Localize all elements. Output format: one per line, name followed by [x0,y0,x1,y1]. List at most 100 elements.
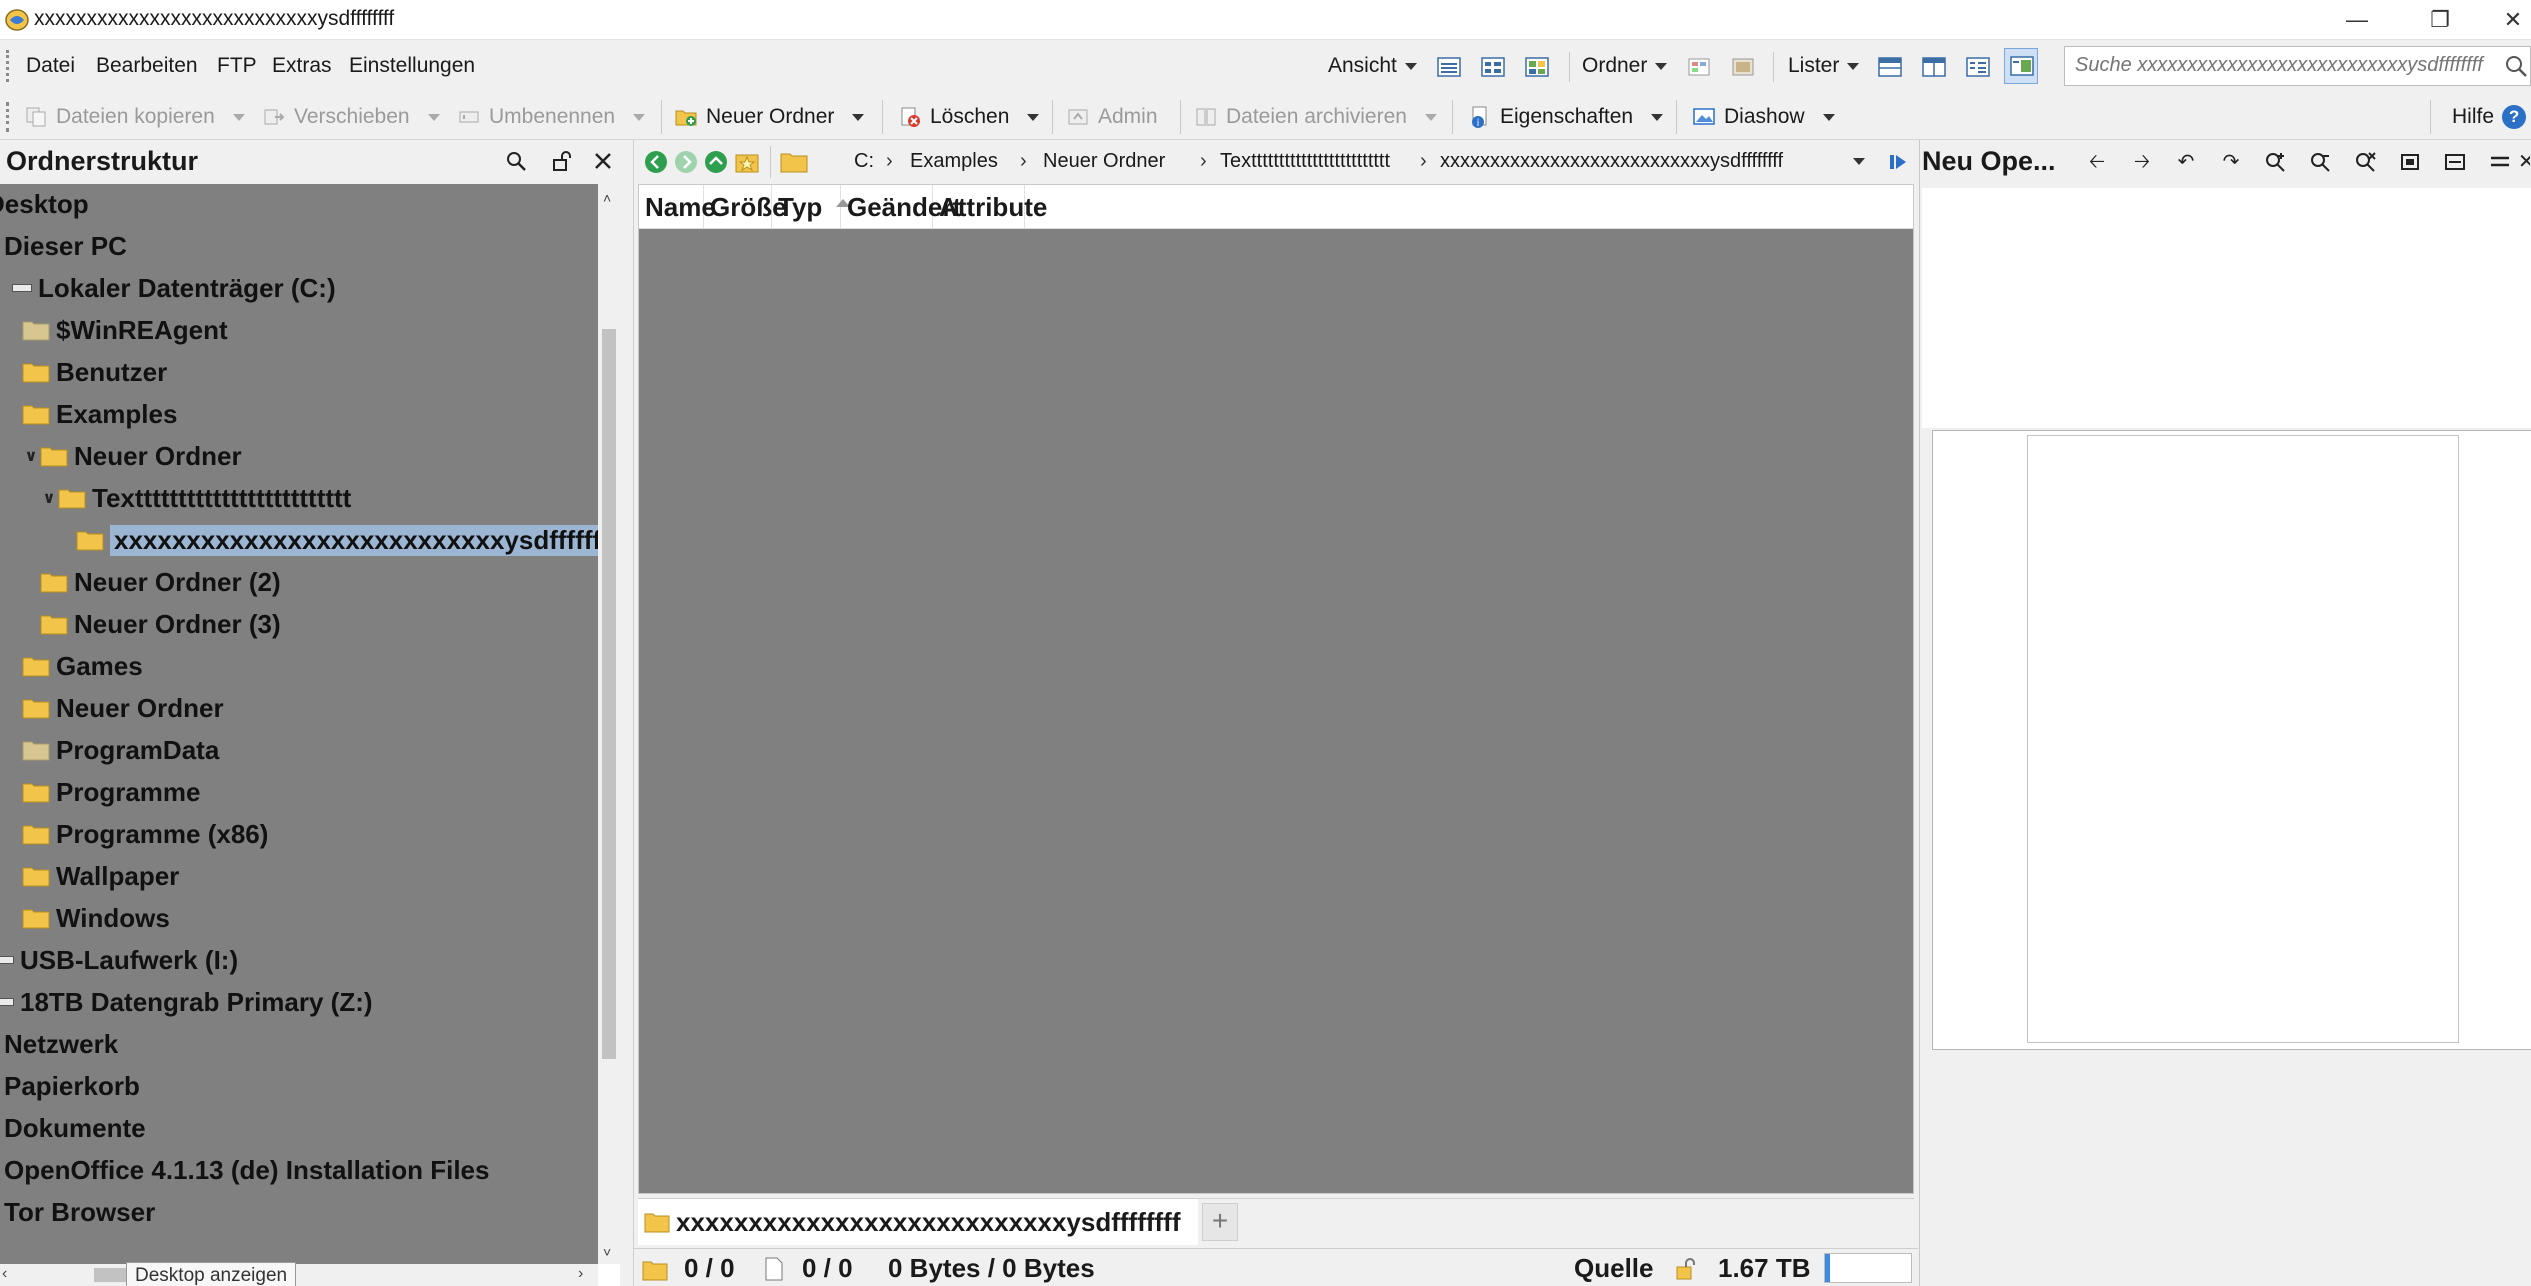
admin-button[interactable]: Admin [1066,102,1158,132]
breadcrumb-neuer-ordner[interactable]: Neuer Ordner [1043,150,1165,173]
help-button[interactable]: Hilfe ? [2452,102,2527,132]
tree-item[interactable]: Examples [4,394,177,434]
previous-icon[interactable]: 🡠 [2084,150,2110,174]
tree-scroll-thumb[interactable] [602,329,616,1059]
tree-item[interactable]: xxxxxxxxxxxxxxxxxxxxxxxxxxxysdffffffff [58,520,598,560]
folder-layout-icon[interactable] [1730,55,1756,79]
column-header-type[interactable]: Typ [772,185,851,229]
search-input[interactable] [2065,47,2485,83]
preview-lister-button[interactable] [2004,48,2038,84]
zoom-out-icon[interactable] [2308,150,2334,174]
close-window-button[interactable]: ✕ [2478,0,2531,40]
chevron-down-icon[interactable] [232,113,245,121]
tree-item[interactable]: 18TB Datengrab Primary (Z:) [0,982,373,1022]
breadcrumb-current[interactable]: xxxxxxxxxxxxxxxxxxxxxxxxxxxysdffffffff [1440,150,1783,173]
tree-item[interactable]: Games [4,646,143,686]
fit-window-icon[interactable] [2397,150,2423,174]
search-icon[interactable] [2504,54,2528,78]
tree-item[interactable]: Tor Browser [4,1192,155,1232]
unlock-icon[interactable] [1674,1257,1700,1281]
tree-search-icon[interactable] [505,150,527,172]
tree-item[interactable]: Programme (x86) [4,814,268,854]
chevron-down-icon[interactable] [427,113,440,121]
delete-button[interactable]: Löschen [898,102,1040,132]
address-history-chevron-icon[interactable] [1853,158,1865,165]
scroll-up-icon[interactable]: ˄ [603,190,611,206]
chevron-down-icon[interactable] [852,113,865,121]
menu-grip[interactable] [6,50,10,82]
slideshow-button[interactable]: Diashow [1692,102,1835,132]
tree-item[interactable]: Lokaler Datenträger (C:) [0,268,336,308]
rotate-left-icon[interactable]: ↶ [2173,150,2199,174]
close-preview-icon[interactable]: ✕ [2518,150,2530,174]
dual-lister-icon[interactable] [1921,55,1947,79]
search-box[interactable] [2064,46,2531,86]
tree-item[interactable]: Benutzer [4,352,167,392]
tree-item[interactable]: Programme [4,772,201,812]
properties-button[interactable]: i Eigenschaften [1468,102,1664,132]
tree-item[interactable]: Neuer Ordner (2) [22,562,281,602]
tree-item[interactable]: OpenOffice 4.1.13 (de) Installation File… [4,1150,489,1190]
breadcrumb-c[interactable]: C: [854,150,874,173]
menu-einstellungen[interactable]: Einstellungen [349,54,475,78]
back-icon[interactable] [644,150,668,174]
chevron-down-icon[interactable] [633,113,646,121]
toolbar-grip[interactable] [6,102,10,132]
preview-viewer[interactable] [1932,430,2531,1050]
tree-item[interactable]: Neuer Ordner [4,688,224,728]
tree-item[interactable]: ProgramData [4,730,219,770]
expand-viewer-icon[interactable] [1888,152,1908,172]
actual-size-icon[interactable] [2442,150,2468,174]
archive-files-button[interactable]: Dateien archivieren [1194,102,1437,132]
single-lister-icon[interactable] [1877,55,1903,79]
breadcrumb-examples[interactable]: Examples [910,150,998,173]
tree-item[interactable]: ∨ Texttttttttttttttttttttttttt [40,478,352,518]
menu-datei[interactable]: Datei [26,54,75,78]
chevron-right-icon[interactable]: › [1420,150,1427,173]
zoom-reset-icon[interactable] [2353,150,2379,174]
scroll-left-icon[interactable]: ‹ [2,1265,7,1283]
file-list-area[interactable]: Name Größe Typ Geändert Attribute [638,184,1914,1194]
rotate-right-icon[interactable]: ↷ [2218,150,2244,174]
thumbnail-view-icon[interactable] [1524,55,1550,79]
unlock-icon[interactable] [551,150,573,172]
column-header-modified[interactable]: Geändert [841,185,961,229]
restore-button[interactable]: ❐ [2405,0,2475,40]
menu-bearbeiten[interactable]: Bearbeiten [96,54,198,78]
tree-item[interactable]: Desktop [0,184,89,224]
copy-files-button[interactable]: Dateien kopieren [24,102,245,132]
collapse-chevron-icon[interactable]: ∨ [22,446,40,466]
column-header-size[interactable]: Größe [704,185,787,229]
tree-item[interactable]: $WinREAgent [4,310,228,350]
move-button[interactable]: Verschieben [262,102,440,132]
chevron-right-icon[interactable]: › [1020,150,1027,173]
lister-dropdown[interactable]: Lister [1788,54,1860,78]
chevron-down-icon[interactable] [1424,113,1437,121]
minimize-button[interactable]: — [2322,0,2392,40]
tree-item[interactable]: Windows [4,898,170,938]
forward-icon[interactable] [674,150,698,174]
chevron-down-icon[interactable] [1651,113,1664,121]
folder-tab-active[interactable]: xxxxxxxxxxxxxxxxxxxxxxxxxxxysdffffffff [638,1199,1198,1245]
menu-extras[interactable]: Extras [272,54,332,78]
tree-lister-icon[interactable] [1965,55,1991,79]
parent-folder-icon[interactable] [704,150,728,174]
tree-horizontal-scrollbar[interactable]: ‹ › [0,1264,598,1286]
add-tab-button[interactable]: + [1202,1203,1238,1241]
column-header-attributes[interactable]: Attribute [933,185,1047,229]
tree-item[interactable]: Netzwerk [4,1024,118,1064]
scroll-down-icon[interactable]: ˅ [603,1244,611,1260]
folder-format-icon[interactable] [1686,55,1712,79]
ansicht-dropdown[interactable]: Ansicht [1328,54,1417,78]
rename-button[interactable]: Umbenennen [457,102,646,132]
tree-item[interactable]: USB-Laufwerk (I:) [0,940,238,980]
chevron-down-icon[interactable] [1822,113,1835,121]
collapse-chevron-icon[interactable]: ∨ [40,488,58,508]
column-header-name[interactable]: Name [639,185,716,229]
tree-item[interactable]: Papierkorb [4,1066,140,1106]
tree-item[interactable]: Dieser PC [4,226,127,266]
next-icon[interactable]: 🡢 [2129,150,2155,174]
new-folder-button[interactable]: Neuer Ordner [674,102,865,132]
ordner-dropdown[interactable]: Ordner [1582,54,1668,78]
list-view-icon[interactable] [1480,55,1506,79]
